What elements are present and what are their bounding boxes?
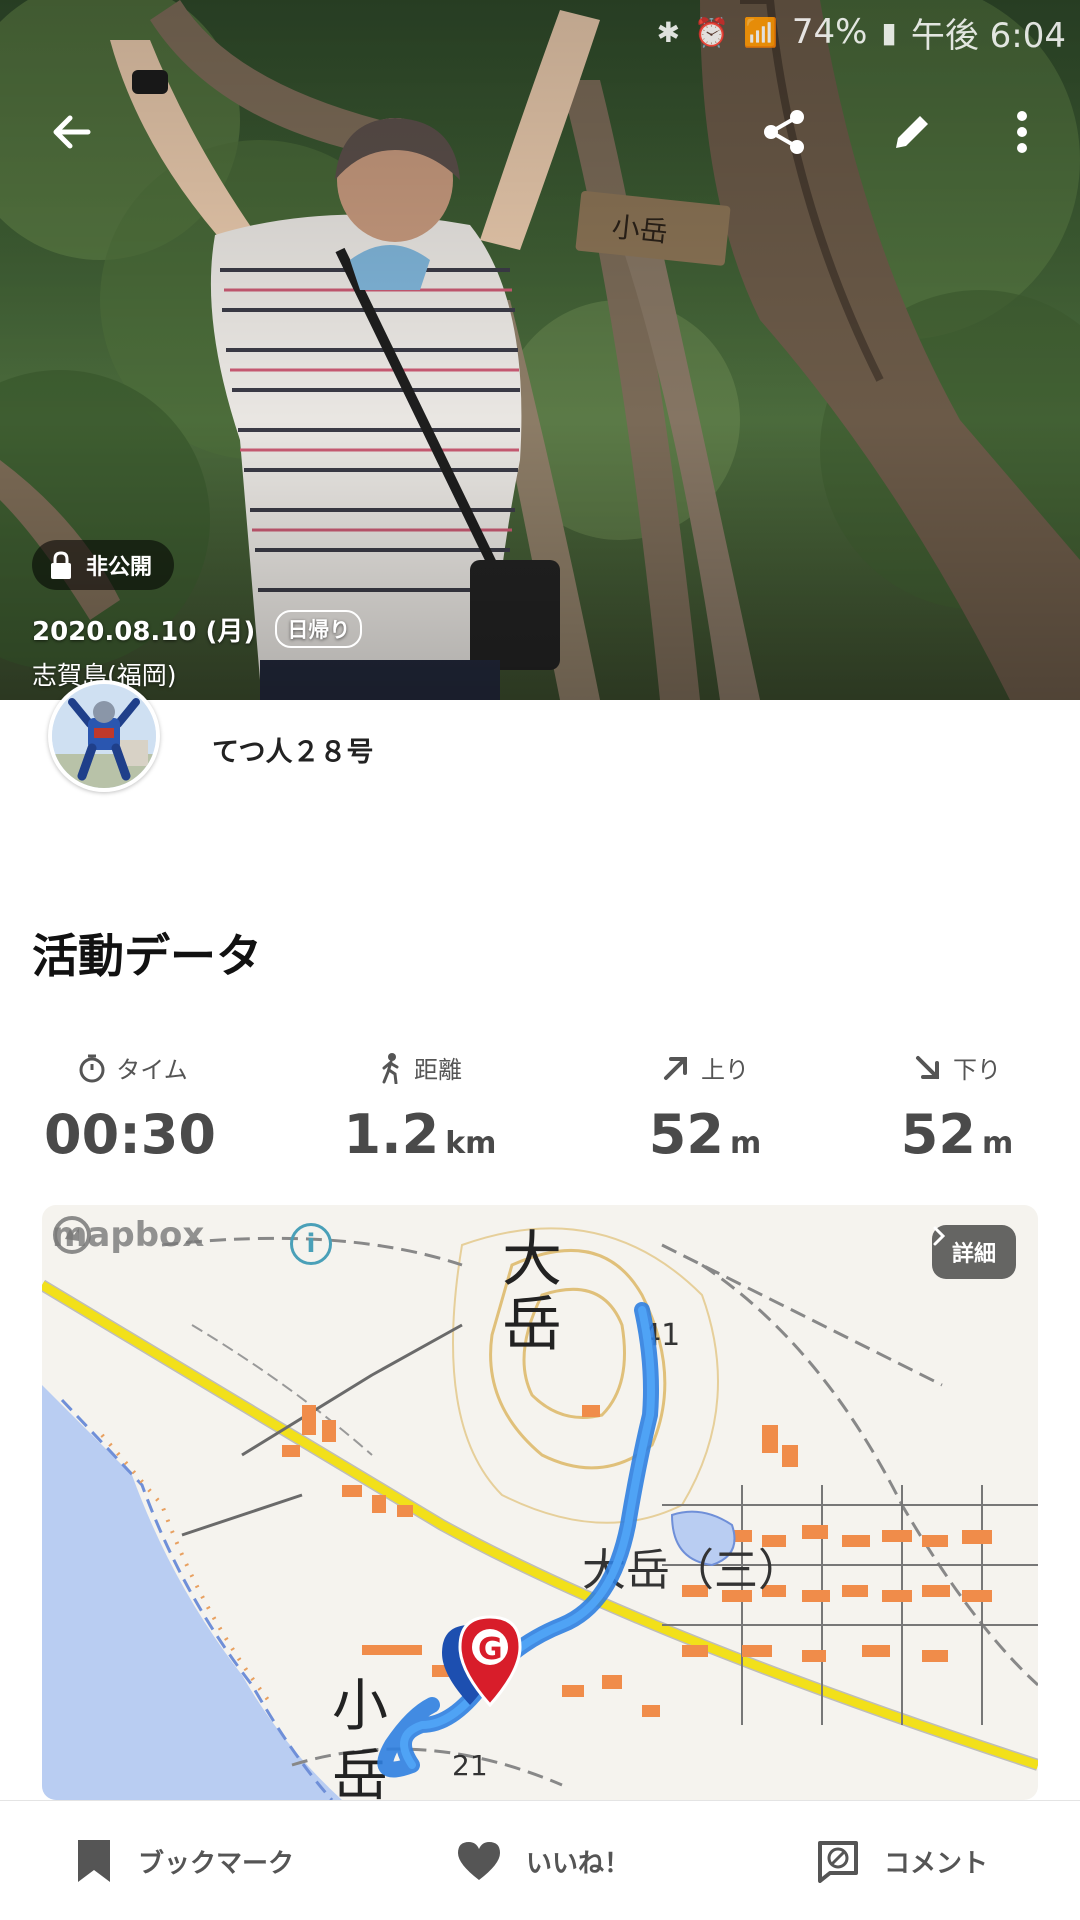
avatar[interactable]: [48, 680, 160, 792]
chevron-right-icon: [933, 1226, 946, 1246]
stat-distance-value: 1.2: [343, 1103, 440, 1166]
bluetooth-icon: ✱: [656, 15, 681, 49]
wifi-icon: 📶: [742, 15, 778, 49]
stat-ascent-value-row: 52 m: [590, 1103, 820, 1166]
pencil-icon: [896, 116, 928, 148]
map-detail-button[interactable]: 詳細: [931, 1225, 1016, 1279]
arrow-left-icon: [53, 115, 91, 149]
route-map[interactable]: 大 岳 41 大岳（三） 小 岳 21 G mapbox i 詳細: [42, 1205, 1038, 1800]
stat-time-value: 00:30: [44, 1103, 216, 1166]
share-button[interactable]: [748, 96, 820, 168]
like-button[interactable]: いいね！: [456, 1801, 630, 1920]
share-icon: [764, 110, 804, 154]
bottom-action-bar: ブックマーク いいね！ コメント: [0, 1800, 1080, 1920]
stat-time-label-row: タイム: [18, 1050, 248, 1085]
stat-time-label: タイム: [116, 1056, 188, 1084]
mapbox-logo-icon: [53, 1216, 91, 1254]
trip-type-badge: 日帰り: [275, 610, 363, 648]
goal-marker-icon: G: [442, 1615, 522, 1708]
svg-text:岳: 岳: [502, 1290, 562, 1360]
comment-label: コメント: [884, 1848, 989, 1879]
info-icon[interactable]: i: [290, 1223, 332, 1265]
stat-descent: 下り 52 m: [842, 1050, 1072, 1166]
hiker-icon: [382, 1052, 399, 1084]
route-line: [377, 1302, 659, 1778]
more-options-button[interactable]: [986, 96, 1058, 168]
stat-ascent-label: 上り: [701, 1056, 749, 1084]
alarm-icon: ⏰: [694, 15, 729, 49]
top-app-bar: [0, 96, 1080, 176]
stat-descent-unit: m: [981, 1126, 1014, 1161]
map-label-elevation-bottom: 21: [452, 1749, 488, 1782]
stopwatch-icon: [79, 1054, 105, 1082]
back-button[interactable]: [36, 96, 108, 168]
comment-button[interactable]: コメント: [816, 1801, 988, 1920]
clock: 午後 6:04: [910, 15, 1066, 56]
bookmark-button[interactable]: ブックマーク: [74, 1801, 294, 1920]
bookmark-icon: [78, 1840, 110, 1882]
activity-date-row: 2020.08.10 (月) 日帰り: [32, 610, 363, 648]
stat-distance-value-row: 1.2 km: [305, 1103, 535, 1166]
visibility-label: 非公開: [86, 555, 153, 580]
lock-icon: [51, 551, 71, 579]
arrow-down-right-icon: [916, 1055, 939, 1079]
map-label-mountain-main: 大: [502, 1225, 562, 1295]
heart-icon: [458, 1842, 500, 1880]
stat-descent-value-row: 52 m: [842, 1103, 1072, 1166]
map-label-mountain-small: 小: [332, 1674, 388, 1739]
stat-ascent-value: 52: [648, 1103, 724, 1166]
user-name[interactable]: てつ人２８号: [212, 730, 373, 769]
activity-stats: タイム 00:30 距離 1.2 km 上り 52 m 下り 52 m: [0, 1050, 1080, 1166]
battery-icon: ▮: [881, 15, 897, 49]
avatar-image: [52, 684, 156, 788]
edit-button[interactable]: [876, 96, 948, 168]
stat-distance-label: 距離: [414, 1056, 462, 1084]
battery-percent: 74%: [791, 12, 868, 52]
bookmark-label: ブックマーク: [138, 1848, 295, 1879]
hero-photo: 小岳 ✱ ⏰ 📶 74% ▮ 午後 6:04: [0, 0, 1080, 700]
svg-text:岳: 岳: [332, 1744, 388, 1800]
stat-distance-unit: km: [445, 1126, 497, 1161]
map-canvas: 大 岳 41 大岳（三） 小 岳 21 G: [42, 1225, 1038, 1800]
stat-time-value-row: 00:30: [18, 1103, 248, 1166]
like-label: いいね！: [526, 1848, 631, 1879]
stat-ascent: 上り 52 m: [590, 1050, 820, 1166]
status-bar: ✱ ⏰ 📶 74% ▮ 午後 6:04: [0, 0, 1080, 64]
stat-distance-label-row: 距離: [305, 1050, 535, 1085]
stat-descent-label-row: 下り: [842, 1050, 1072, 1085]
stat-time: タイム 00:30: [18, 1050, 248, 1166]
stat-ascent-unit: m: [729, 1126, 762, 1161]
arrow-up-right-icon: [664, 1056, 687, 1080]
map-detail-label: 詳細: [951, 1242, 996, 1267]
goal-marker-label: G: [478, 1632, 503, 1667]
visibility-badge: 非公開: [32, 540, 175, 590]
activity-date: 2020.08.10 (月): [32, 616, 256, 647]
comment-disabled-icon: [818, 1841, 858, 1883]
more-vert-icon: [1017, 111, 1027, 153]
section-title-activity-data: 活動データ: [32, 929, 262, 983]
stat-distance: 距離 1.2 km: [305, 1050, 535, 1166]
stat-descent-value: 52: [900, 1103, 976, 1166]
mapbox-attribution[interactable]: mapbox: [52, 1215, 204, 1255]
stat-descent-label: 下り: [953, 1056, 1001, 1084]
stat-ascent-label-row: 上り: [590, 1050, 820, 1085]
